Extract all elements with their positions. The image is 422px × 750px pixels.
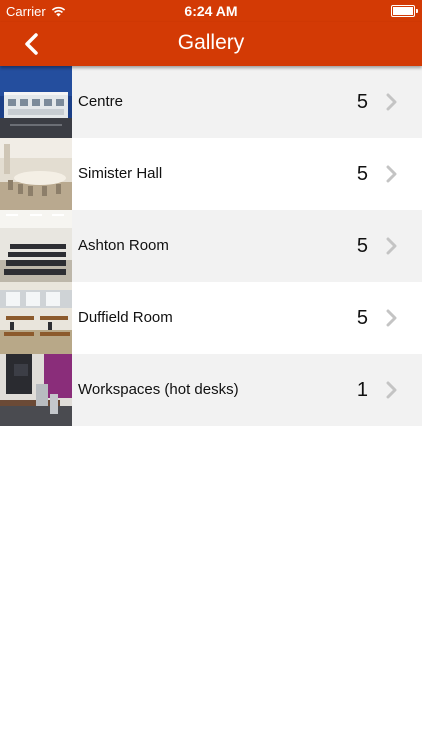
gallery-row-duffield-room[interactable]: Duffield Room 5 [0, 282, 422, 354]
chevron-right-icon [386, 309, 397, 327]
status-bar: Carrier 6:24 AM [0, 0, 422, 22]
gallery-row-ashton-room[interactable]: Ashton Room 5 [0, 210, 422, 282]
page-title: Gallery [177, 31, 245, 54]
ashton-room-thumbnail [0, 210, 72, 282]
gallery-row-label: Workspaces (hot desks) [78, 381, 239, 398]
gallery-list: Centre 5 Simister Hall 5 Ashton Room 5 D… [0, 66, 422, 426]
photo-count: 5 [356, 91, 368, 113]
gallery-row-simister-hall[interactable]: Simister Hall 5 [0, 138, 422, 210]
chevron-right-icon [386, 381, 397, 399]
battery-icon [391, 5, 418, 17]
photo-count: 5 [356, 235, 368, 257]
workspaces-thumbnail [0, 354, 72, 426]
centre-thumbnail [0, 66, 72, 138]
gallery-row-label: Simister Hall [78, 165, 163, 182]
gallery-row-workspaces[interactable]: Workspaces (hot desks) 1 [0, 354, 422, 426]
photo-count: 5 [356, 163, 368, 185]
chevron-right-icon [386, 93, 397, 111]
status-time: 6:24 AM [184, 3, 238, 19]
simister-hall-thumbnail [0, 138, 72, 210]
gallery-row-label: Duffield Room [78, 309, 173, 326]
photo-count: 1 [356, 379, 368, 401]
gallery-row-centre[interactable]: Centre 5 [0, 66, 422, 138]
gallery-row-label: Ashton Room [78, 237, 169, 254]
navigation-bar: Gallery [0, 22, 422, 66]
gallery-row-label: Centre [78, 93, 124, 110]
photo-count: 5 [356, 307, 368, 329]
chevron-right-icon [386, 165, 397, 183]
duffield-room-thumbnail [0, 282, 72, 354]
chevron-right-icon [386, 237, 397, 255]
